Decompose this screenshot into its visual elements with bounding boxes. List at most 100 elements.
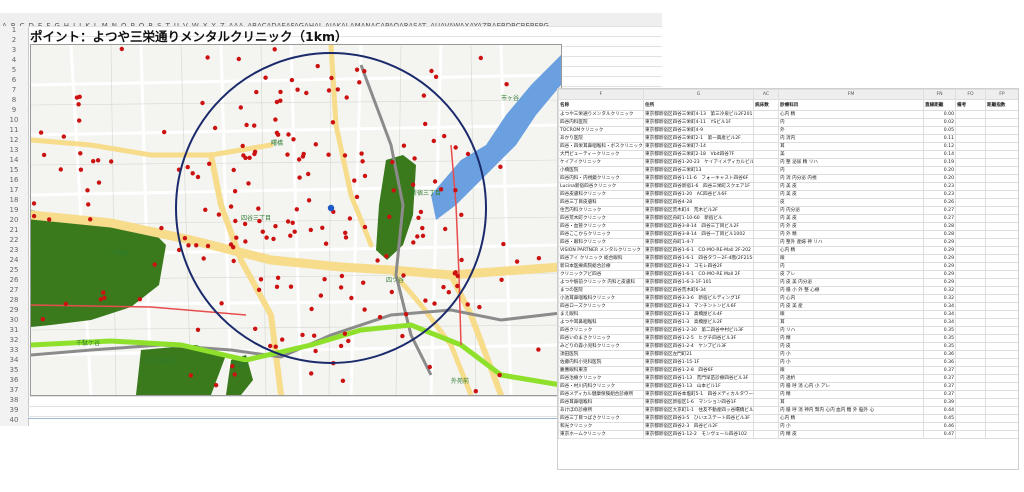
clinic-dot[interactable] <box>290 220 295 225</box>
table-cell[interactable] <box>985 390 1018 399</box>
table-cell[interactable]: 四谷ここからクリニック <box>558 230 644 239</box>
clinic-dot[interactable] <box>411 240 416 245</box>
row-number[interactable]: 31 <box>0 326 28 334</box>
row-number[interactable]: 14 <box>0 156 28 164</box>
table-cell[interactable]: 0.20 <box>923 166 956 175</box>
clinic-dot[interactable] <box>465 302 470 307</box>
row-number[interactable]: 15 <box>0 166 28 174</box>
clinic-dot[interactable] <box>40 317 45 322</box>
table-cell[interactable]: 0.37 <box>923 374 956 383</box>
clinic-dot[interactable] <box>389 289 394 295</box>
table-cell[interactable]: 東京都新宿区四谷1-13 荒門早苗診療四谷ビル3F <box>643 374 754 383</box>
table-cell[interactable]: 東京都新宿区四谷4-28 <box>643 198 754 207</box>
table-row[interactable]: 新日本医療病院総合診療 東京都新宿区四谷1-3 コモレ四谷2F 内 0.29 <box>558 262 1018 271</box>
table-cell[interactable]: 眼 <box>778 310 924 319</box>
clinic-dot[interactable] <box>257 218 262 224</box>
table-cell[interactable]: 内 美 皮 <box>778 214 924 223</box>
table-cell[interactable] <box>985 174 1018 183</box>
clinic-dot[interactable] <box>432 179 438 184</box>
clinic-dot[interactable] <box>313 348 318 354</box>
clinic-dot[interactable] <box>429 68 434 74</box>
table-cell[interactable]: 四谷クリニック <box>558 326 644 335</box>
table-cell[interactable]: 大門ビューティークリニック <box>558 150 644 159</box>
table-cell[interactable]: 慶應眼科東京 <box>558 366 644 375</box>
table-cell[interactable]: 四谷三丁目皮膚科 <box>558 198 644 207</box>
table-row[interactable]: あけぼの診療所 東京都新宿区大京町1-1 住友不動産四ッ谷曙橋ビル3F 内 循 呼 … <box>558 406 1018 415</box>
table-cell[interactable] <box>753 254 779 263</box>
table-cell[interactable] <box>753 302 779 311</box>
table-cell[interactable] <box>955 214 986 223</box>
table-cell[interactable]: 東京都新宿区四谷1-6-3-1F-101 <box>643 278 754 287</box>
clinic-dot[interactable] <box>243 239 248 244</box>
row-number[interactable]: 11 <box>0 126 28 134</box>
table-cell[interactable]: 四谷内科医院 <box>558 118 644 127</box>
clinic-dot[interactable] <box>384 254 389 259</box>
table-cell[interactable]: みどりの森小児科クリニック <box>558 342 644 351</box>
clinic-dot[interactable] <box>256 287 262 292</box>
clinic-dot[interactable] <box>292 229 297 234</box>
clinic-dot[interactable] <box>78 151 83 156</box>
table-cell[interactable] <box>955 134 986 143</box>
column-letter[interactable]: G <box>643 89 754 100</box>
table-cell[interactable]: 東京都新宿区四谷3-3-6 新宿ビルディング1F <box>643 294 754 303</box>
clinic-dot[interactable] <box>253 326 258 331</box>
table-cell[interactable]: 心内 精 <box>778 110 924 119</box>
table-cell[interactable]: 0.37 <box>923 366 956 375</box>
table-cell[interactable]: 0.29 <box>923 254 956 263</box>
clinic-dot[interactable] <box>453 188 458 193</box>
clinic-dot[interactable] <box>362 224 368 230</box>
row-number[interactable]: 21 <box>0 226 28 234</box>
clinic-dot[interactable] <box>362 173 368 179</box>
table-cell[interactable]: 0.27 <box>923 214 956 223</box>
table-cell[interactable] <box>955 334 986 343</box>
table-cell[interactable]: 東京都新宿区四谷1-3 コモレ四谷2F <box>643 262 754 271</box>
header-distance-index[interactable]: 距離指数 <box>985 99 1018 111</box>
clinic-dot[interactable] <box>137 297 142 302</box>
table-cell[interactable] <box>753 278 779 287</box>
table-cell[interactable]: 四谷・四栄耳鼻咽喉科・ボスクリニック <box>558 142 644 151</box>
table-cell[interactable]: 四谷三丁目つばさクリニック <box>558 414 644 423</box>
header-distance[interactable]: 直線距離 <box>923 99 956 111</box>
table-cell[interactable] <box>955 318 986 327</box>
clinic-dot[interactable] <box>195 174 201 180</box>
table-cell[interactable] <box>985 358 1018 367</box>
clinic-dot[interactable] <box>268 343 273 349</box>
row-number[interactable]: 4 <box>0 56 28 64</box>
table-row[interactable]: ケイアイクリニック 東京都新宿区四谷1-20-23 ケイアイメディカルビル 内 整 … <box>558 158 1018 167</box>
clinic-dot[interactable] <box>390 159 395 165</box>
table-cell[interactable] <box>753 158 779 167</box>
table-cell[interactable] <box>955 398 986 407</box>
table-cell[interactable]: 東京都新宿区舟町1-10-60 新宿ビル <box>643 214 754 223</box>
row-number[interactable]: 3 <box>0 46 28 54</box>
table-row[interactable]: 四谷アイ クリニック 総合眼科 東京都新宿区四谷1-6-1 四谷タワー2F-4階(… <box>558 254 1018 263</box>
table-cell[interactable] <box>753 406 779 415</box>
table-row[interactable]: 佐藤内科小児科医院 東京都新宿区四谷1-15-1F 内 小 0.36 <box>558 358 1018 367</box>
table-cell[interactable]: 和光クリニック <box>558 422 644 431</box>
map-image[interactable]: 新宿三丁目 四谷三丁目 曙橋 市ヶ谷 四ツ谷 千駄ケ谷 信濃町 国立競技場 外苑… <box>30 44 562 396</box>
table-cell[interactable]: クリニックアビ四谷 <box>558 270 644 279</box>
clinic-dot[interactable] <box>247 155 252 160</box>
clinic-dot[interactable] <box>343 230 348 235</box>
table-row[interactable]: 四谷いのまさクリニック 東京都新宿区四谷1-2-5 ヒグチ四谷ビル3F 内 精 0.3… <box>558 334 1018 343</box>
table-cell[interactable] <box>955 118 986 127</box>
table-cell[interactable] <box>985 214 1018 223</box>
table-cell[interactable]: 新日本医療病院総合診療 <box>558 262 644 271</box>
table-cell[interactable]: 0.35 <box>923 326 956 335</box>
table-cell[interactable] <box>955 246 986 255</box>
row-number[interactable]: 17 <box>0 186 28 194</box>
table-cell[interactable]: 内 小 <box>778 422 924 431</box>
column-letter[interactable]: AC <box>753 89 779 100</box>
clinic-dot[interactable] <box>304 90 309 96</box>
column-letter[interactable]: FN <box>923 89 956 100</box>
clinic-dot[interactable] <box>410 182 416 187</box>
table-cell[interactable] <box>955 302 986 311</box>
table-cell[interactable]: 内 皮 美 産 <box>778 302 924 311</box>
table-cell[interactable]: 東京都新宿区四谷1-20 AC四谷ビル6F <box>643 190 754 199</box>
table-cell[interactable] <box>753 142 779 151</box>
table-cell[interactable]: 0.36 <box>923 350 956 359</box>
table-cell[interactable] <box>753 166 779 175</box>
clinic-dot[interactable] <box>260 229 265 234</box>
clinic-dot[interactable] <box>182 236 188 241</box>
clinic-dot[interactable] <box>326 152 331 157</box>
table-cell[interactable]: 0.29 <box>923 270 956 279</box>
